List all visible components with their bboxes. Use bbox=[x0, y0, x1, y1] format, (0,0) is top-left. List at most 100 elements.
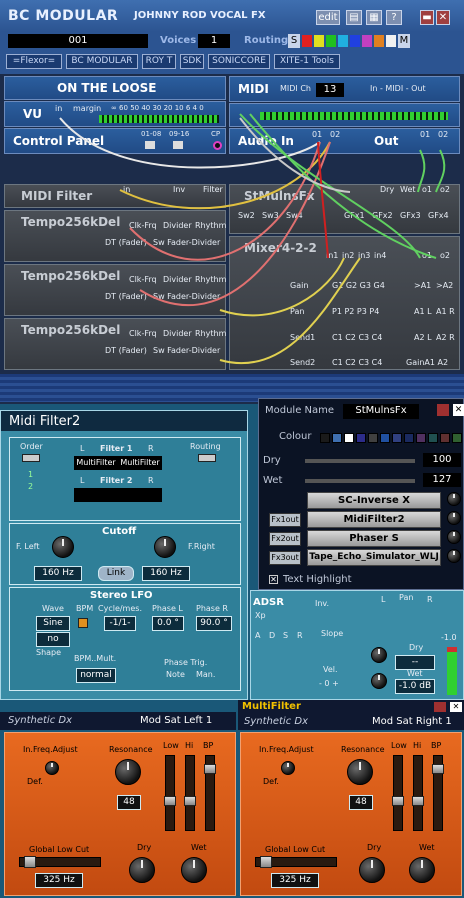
dry-label: Dry bbox=[409, 643, 424, 652]
resonance-value[interactable]: 48 bbox=[117, 795, 141, 810]
dry-knob[interactable] bbox=[371, 647, 387, 663]
dx-left-panel[interactable]: In.Freq.Adjust Def. Resonance 48 Low Hi … bbox=[4, 732, 236, 896]
slot2-knob[interactable] bbox=[447, 511, 461, 525]
note-label[interactable]: Note bbox=[166, 670, 185, 679]
wet-value[interactable]: 127 bbox=[423, 473, 461, 487]
phase-l-field[interactable]: 0.0 ° bbox=[152, 616, 184, 631]
filter1-right-slot[interactable]: MultiFilter bbox=[118, 456, 162, 470]
hi-thumb[interactable] bbox=[412, 796, 424, 806]
glc-value[interactable]: 325 Hz bbox=[271, 873, 319, 888]
resonance-knob[interactable] bbox=[115, 759, 141, 785]
fx-slot-3[interactable]: Phaser S bbox=[307, 530, 441, 547]
colour-swatch-6[interactable] bbox=[380, 433, 390, 443]
colour-swatch-11[interactable] bbox=[440, 433, 450, 443]
dx-left-preset[interactable]: Mod Sat Left 1 bbox=[140, 715, 212, 726]
bp-slider[interactable] bbox=[432, 755, 444, 831]
bp-thumb[interactable] bbox=[204, 764, 216, 774]
output-meter bbox=[447, 647, 457, 695]
dx-right-preset[interactable]: Mod Sat Right 1 bbox=[372, 716, 452, 727]
man-label[interactable]: Man. bbox=[196, 670, 215, 679]
slot3-knob[interactable] bbox=[447, 530, 461, 544]
module-name-field[interactable]: StMulnsFx bbox=[343, 404, 419, 419]
low-thumb[interactable] bbox=[392, 796, 404, 806]
fx3out-button[interactable]: Fx3out bbox=[269, 551, 301, 565]
resonance-value[interactable]: 48 bbox=[349, 795, 373, 810]
filter2-label: Filter 2 bbox=[100, 476, 133, 485]
slot4-knob[interactable] bbox=[447, 549, 461, 563]
filter1-left-slot[interactable]: MultiFilter bbox=[74, 456, 118, 470]
shape-field[interactable]: no bbox=[36, 632, 70, 647]
dry-knob[interactable] bbox=[359, 857, 385, 883]
order-2[interactable]: 2 bbox=[28, 482, 33, 491]
cycle-field[interactable]: -1/1- bbox=[104, 616, 136, 631]
wet-knob[interactable] bbox=[371, 673, 387, 689]
routing-toggle[interactable] bbox=[198, 454, 216, 462]
order-toggle[interactable] bbox=[22, 454, 40, 462]
low-slider[interactable] bbox=[164, 755, 176, 831]
in-freq-knob[interactable] bbox=[281, 761, 295, 775]
dry-slider[interactable] bbox=[305, 459, 415, 463]
wet-field[interactable]: -1.0 dB bbox=[395, 679, 435, 694]
slot1-knob[interactable] bbox=[447, 492, 461, 506]
filter2-left-slot[interactable] bbox=[74, 488, 118, 502]
fx-slot-2[interactable]: MidiFilter2 bbox=[307, 511, 441, 528]
colour-swatch-10[interactable] bbox=[428, 433, 438, 443]
glc-thumb[interactable] bbox=[260, 856, 272, 868]
close-icon[interactable]: ✕ bbox=[453, 404, 464, 416]
colour-swatch-8[interactable] bbox=[404, 433, 414, 443]
order-1[interactable]: 1 bbox=[28, 470, 33, 479]
minimize-icon[interactable] bbox=[434, 702, 446, 712]
hi-slider[interactable] bbox=[184, 755, 196, 831]
glc-label: Global Low Cut bbox=[29, 845, 90, 854]
phase-r-field[interactable]: 90.0 ° bbox=[196, 616, 232, 631]
fx-slot-1[interactable]: SC-Inverse X bbox=[307, 492, 441, 509]
wet-knob[interactable] bbox=[181, 857, 207, 883]
glc-slider[interactable] bbox=[19, 856, 101, 868]
close-icon[interactable]: ✕ bbox=[450, 702, 462, 712]
colour-swatch-2[interactable] bbox=[332, 433, 342, 443]
fx1out-button[interactable]: Fx1out bbox=[269, 513, 301, 527]
wet-slider[interactable] bbox=[305, 479, 415, 483]
left-hz-field[interactable]: 160 Hz bbox=[34, 566, 82, 581]
resonance-knob[interactable] bbox=[347, 759, 373, 785]
text-highlight-checkbox[interactable]: ✕ bbox=[269, 575, 278, 584]
fx2out-button[interactable]: Fx2out bbox=[269, 532, 301, 546]
glc-slider[interactable] bbox=[255, 856, 337, 868]
f2-l-label: L bbox=[80, 476, 85, 485]
pan-l-label: L bbox=[381, 595, 386, 604]
midi-filter2-panel[interactable]: Midi Filter2 Order 1 2 L Filter 1 R Mult… bbox=[0, 410, 248, 700]
bpm-mult-field[interactable]: normal bbox=[76, 668, 116, 683]
f-right-knob[interactable] bbox=[154, 536, 176, 558]
adsr-panel[interactable]: ADSR Xp Inv. A D S R Slope Vel. - 0 + L … bbox=[250, 590, 464, 700]
in-freq-knob[interactable] bbox=[45, 761, 59, 775]
colour-swatch-1[interactable] bbox=[320, 433, 330, 443]
dry-field[interactable]: -- bbox=[395, 655, 435, 670]
bp-thumb[interactable] bbox=[432, 764, 444, 774]
bp-slider[interactable] bbox=[204, 755, 216, 831]
link-button[interactable]: Link bbox=[98, 566, 134, 581]
right-hz-field[interactable]: 160 Hz bbox=[142, 566, 190, 581]
dry-knob[interactable] bbox=[129, 857, 155, 883]
wet-knob[interactable] bbox=[409, 857, 435, 883]
glc-value[interactable]: 325 Hz bbox=[35, 873, 83, 888]
colour-swatch-4[interactable] bbox=[356, 433, 366, 443]
hi-thumb[interactable] bbox=[184, 796, 196, 806]
bpm-toggle[interactable] bbox=[78, 618, 88, 628]
colour-swatch-7[interactable] bbox=[392, 433, 402, 443]
glc-thumb[interactable] bbox=[24, 856, 36, 868]
colour-swatch-12[interactable] bbox=[452, 433, 462, 443]
wave-field[interactable]: Sine bbox=[36, 616, 70, 631]
colour-swatch-5[interactable] bbox=[368, 433, 378, 443]
minimize-icon[interactable] bbox=[437, 404, 449, 416]
f-left-knob[interactable] bbox=[52, 536, 74, 558]
low-thumb[interactable] bbox=[164, 796, 176, 806]
dry-value[interactable]: 100 bbox=[423, 453, 461, 467]
colour-swatch-9[interactable] bbox=[416, 433, 426, 443]
filter2-right-slot[interactable] bbox=[118, 488, 162, 502]
dx-right-panel[interactable]: In.Freq.Adjust Def. Resonance 48 Low Hi … bbox=[240, 732, 462, 896]
low-slider[interactable] bbox=[392, 755, 404, 831]
fx-slot-4[interactable]: Tape_Echo_Simulator_WLJ bbox=[307, 549, 441, 566]
hi-slider[interactable] bbox=[412, 755, 424, 831]
module-name-dialog[interactable]: Module Name StMulnsFx ✕ Colour Dry 100 W… bbox=[258, 398, 464, 590]
colour-swatch-3[interactable] bbox=[344, 433, 354, 443]
